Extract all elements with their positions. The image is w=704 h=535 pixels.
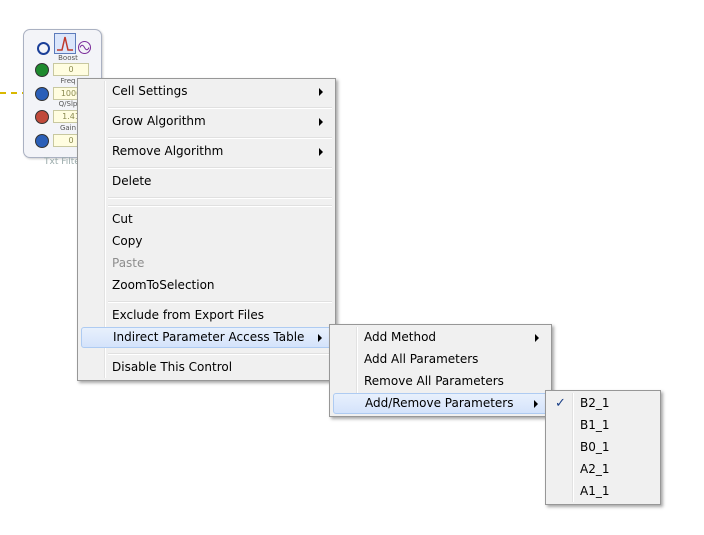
boost-label: Boost bbox=[58, 54, 78, 62]
menu-item-zoom-to-selection[interactable]: ZoomToSelection bbox=[81, 275, 332, 296]
menu-item-b2-1[interactable]: ✓ B2_1 bbox=[549, 393, 657, 414]
cell-caption: Txt Filte bbox=[44, 157, 80, 167]
submenu-arrow-icon bbox=[319, 118, 323, 126]
menu-item-indirect-parameter-access-table[interactable]: Indirect Parameter Access Table bbox=[81, 327, 332, 348]
menu-separator bbox=[108, 301, 332, 303]
menu-item-copy[interactable]: Copy bbox=[81, 231, 332, 252]
context-menu: Cell Settings Grow Algorithm Remove Algo… bbox=[77, 78, 336, 381]
menu-item-cut[interactable]: Cut bbox=[81, 209, 332, 230]
menu-separator bbox=[108, 353, 332, 355]
menu-item-add-method[interactable]: Add Method bbox=[333, 327, 548, 348]
menu-item-add-remove-parameters[interactable]: Add/Remove Parameters bbox=[333, 393, 548, 414]
power-icon[interactable] bbox=[37, 42, 50, 55]
submenu-arrow-icon bbox=[534, 400, 538, 408]
menu-separator bbox=[108, 205, 332, 207]
menu-separator bbox=[108, 107, 332, 109]
submenu-arrow-icon bbox=[319, 148, 323, 156]
checkmark-icon: ✓ bbox=[555, 396, 566, 411]
menu-separator bbox=[108, 197, 332, 199]
boost-value[interactable]: 0 bbox=[53, 63, 89, 76]
menu-separator bbox=[108, 167, 332, 169]
menu-item-delete[interactable]: Delete bbox=[81, 171, 332, 192]
menu-item-remove-all-parameters[interactable]: Remove All Parameters bbox=[333, 371, 548, 392]
menu-separator bbox=[108, 137, 332, 139]
menu-item-grow-algorithm[interactable]: Grow Algorithm bbox=[81, 111, 332, 132]
menu-item-add-all-parameters[interactable]: Add All Parameters bbox=[333, 349, 548, 370]
menu-item-cell-settings[interactable]: Cell Settings bbox=[81, 81, 332, 102]
submenu-arrow-icon bbox=[535, 334, 539, 342]
menu-item-a1-1[interactable]: A1_1 bbox=[549, 481, 657, 502]
menu-item-b1-1[interactable]: B1_1 bbox=[549, 415, 657, 436]
submenu-indirect-parameter: Add Method Add All Parameters Remove All… bbox=[329, 324, 552, 417]
menu-item-a2-1[interactable]: A2_1 bbox=[549, 459, 657, 480]
menu-item-paste: Paste bbox=[112, 256, 145, 270]
filter-curve-icon[interactable] bbox=[54, 33, 76, 54]
menu-item-exclude-from-export[interactable]: Exclude from Export Files bbox=[81, 305, 332, 326]
menu-item-remove-algorithm[interactable]: Remove Algorithm bbox=[81, 141, 332, 162]
sine-icon[interactable] bbox=[78, 41, 91, 54]
submenu-add-remove-parameters: ✓ B2_1 B1_1 B0_1 A2_1 A1_1 bbox=[545, 390, 661, 505]
menu-item-b0-1[interactable]: B0_1 bbox=[549, 437, 657, 458]
freq-icon[interactable] bbox=[35, 87, 49, 101]
submenu-arrow-icon bbox=[318, 334, 322, 342]
menu-item-disable-this-control[interactable]: Disable This Control bbox=[81, 357, 332, 378]
submenu-arrow-icon bbox=[319, 88, 323, 96]
gain-icon[interactable] bbox=[35, 134, 49, 148]
boost-icon[interactable] bbox=[35, 63, 49, 77]
q-icon[interactable] bbox=[35, 110, 49, 124]
